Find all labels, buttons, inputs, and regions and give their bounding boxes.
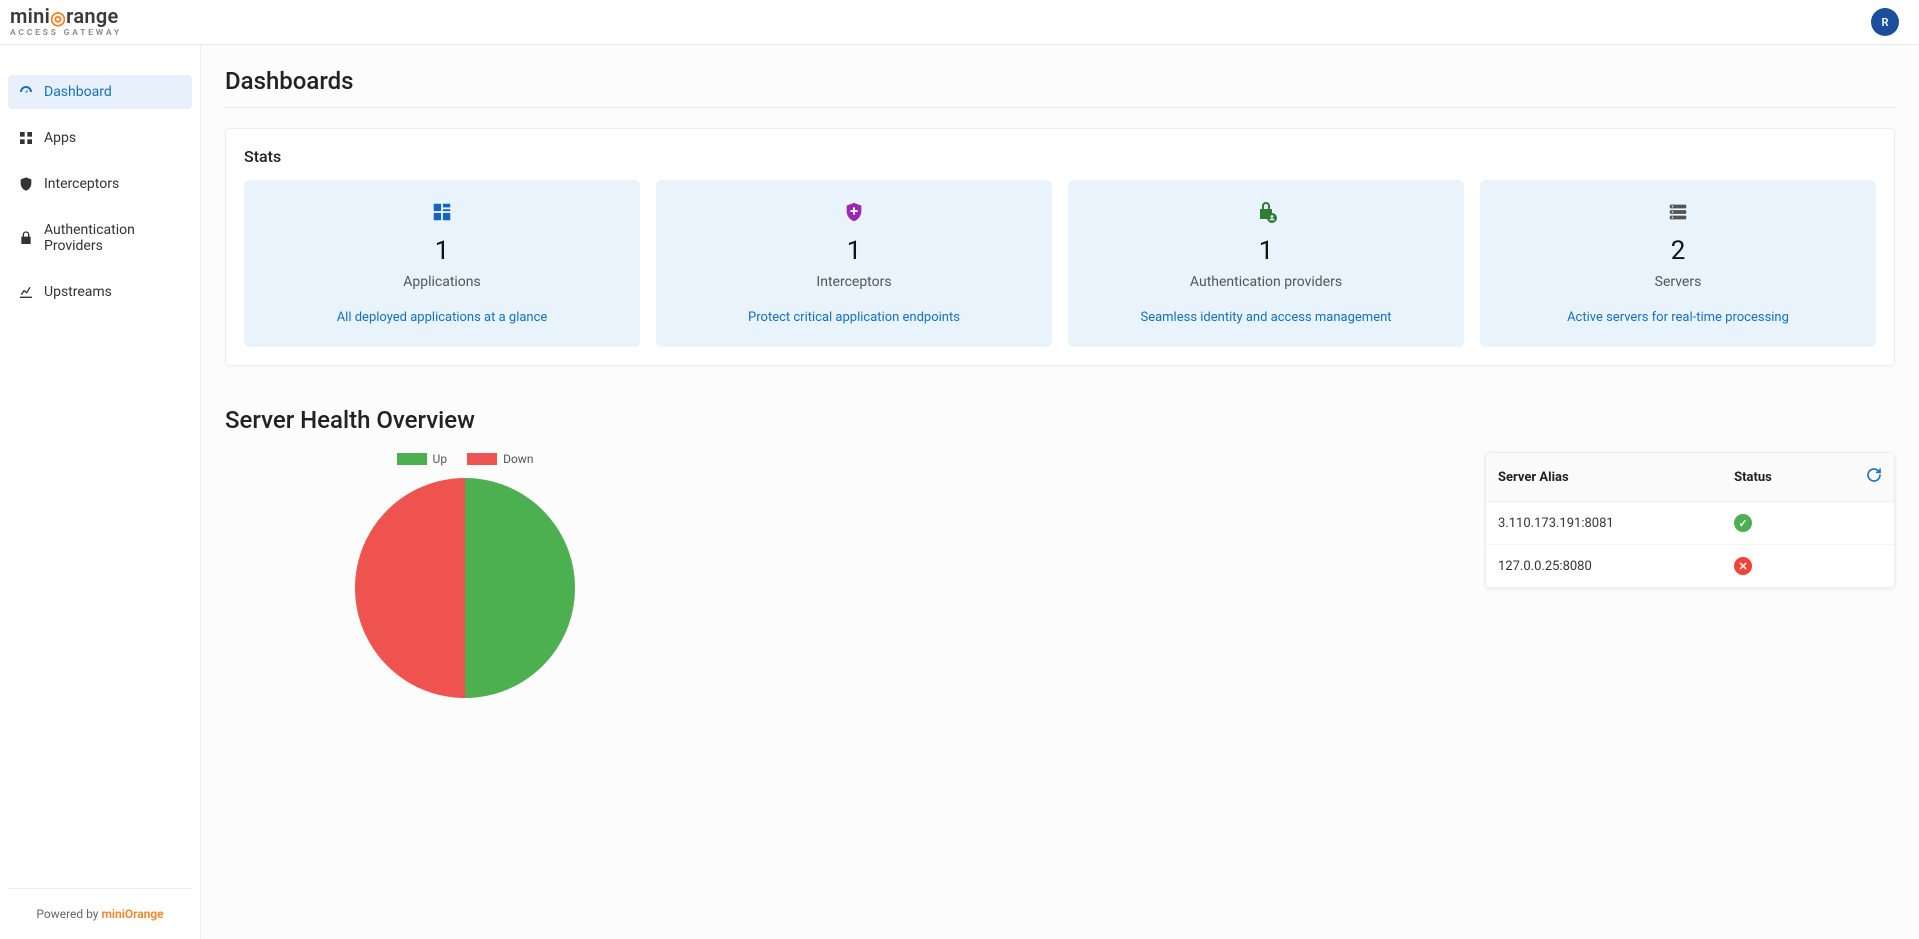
stats-cards: 1 Applications All deployed applications… — [244, 180, 1876, 347]
footer-prefix: Powered by — [36, 907, 101, 921]
pie-chart: Up Down — [225, 452, 705, 698]
sidebar-item-dashboard[interactable]: Dashboard — [8, 75, 192, 109]
shield-icon — [18, 176, 34, 192]
server-health-section: Server Health Overview Up Down — [225, 406, 1895, 698]
sidebar: Dashboard Apps Interceptors Authenticati… — [0, 45, 201, 939]
sidebar-item-interceptors[interactable]: Interceptors — [8, 167, 192, 201]
brand-prefix: mini — [10, 4, 50, 28]
stat-desc-link[interactable]: All deployed applications at a glance — [337, 310, 548, 325]
stat-desc-link[interactable]: Active servers for real-time processing — [1567, 310, 1789, 325]
stat-value: 2 — [1671, 236, 1686, 266]
table-row: 3.110.173.191:8081 ✓ — [1486, 502, 1894, 545]
stat-value: 1 — [847, 236, 862, 266]
x-circle-icon: ✕ — [1734, 557, 1752, 575]
user-avatar[interactable]: R — [1871, 8, 1899, 36]
sidebar-item-apps[interactable]: Apps — [8, 121, 192, 155]
table-row: 127.0.0.25:8080 ✕ — [1486, 545, 1894, 588]
stat-label: Applications — [403, 274, 481, 290]
col-refresh — [1826, 453, 1894, 502]
footer-brand-link[interactable]: miniOrange — [101, 907, 163, 921]
main-content: Dashboards Stats 1 Applications All depl… — [201, 45, 1919, 939]
stat-desc-link[interactable]: Protect critical application endpoints — [748, 310, 960, 325]
stat-card-interceptors: 1 Interceptors Protect critical applicat… — [656, 180, 1052, 347]
legend-label-down: Down — [503, 452, 533, 466]
server-empty-cell — [1826, 502, 1894, 545]
stats-panel: Stats 1 Applications All deployed applic… — [225, 128, 1895, 366]
stat-value: 1 — [1259, 236, 1274, 266]
sidebar-item-label: Apps — [44, 130, 76, 146]
stat-card-applications: 1 Applications All deployed applications… — [244, 180, 640, 347]
sidebar-footer: Powered by miniOrange — [8, 888, 192, 939]
apps-tile-icon — [431, 200, 453, 224]
sidebar-item-label: Dashboard — [44, 84, 112, 100]
brand-subtitle: ACCESS GATEWAY — [10, 29, 122, 38]
legend-swatch-up — [397, 453, 427, 465]
sidebar-nav: Dashboard Apps Interceptors Authenticati… — [8, 75, 192, 321]
server-alias-cell: 127.0.0.25:8080 — [1486, 545, 1722, 588]
sidebar-item-label: Upstreams — [44, 284, 112, 300]
lock-icon — [18, 230, 34, 246]
server-icon — [1667, 200, 1689, 224]
legend-down: Down — [467, 452, 533, 466]
stat-card-servers: 2 Servers Active servers for real-time p… — [1480, 180, 1876, 347]
gauge-icon — [18, 84, 34, 100]
sidebar-item-auth-providers[interactable]: Authentication Providers — [8, 213, 192, 263]
chart-line-icon — [18, 284, 34, 300]
brand-name: mini range — [10, 6, 122, 27]
legend-up: Up — [397, 452, 448, 466]
lock-user-icon — [1254, 200, 1278, 224]
col-status: Status — [1722, 453, 1826, 502]
target-icon — [50, 6, 66, 27]
stat-value: 1 — [435, 236, 450, 266]
health-title: Server Health Overview — [225, 406, 1895, 434]
page-title: Dashboards — [225, 67, 1895, 108]
legend-label-up: Up — [433, 452, 448, 466]
stat-label: Servers — [1655, 274, 1702, 290]
brand-suffix: range — [66, 4, 118, 28]
brand-logo: mini range ACCESS GATEWAY — [10, 6, 122, 38]
server-status-cell: ✕ — [1722, 545, 1826, 588]
chart-legend: Up Down — [225, 452, 705, 466]
sidebar-item-label: Authentication Providers — [44, 222, 182, 254]
sidebar-item-label: Interceptors — [44, 176, 119, 192]
grid-icon — [18, 130, 34, 146]
server-table: Server Alias Status 3.110.173.191:8081 ✓ 1… — [1485, 452, 1895, 588]
pie-graphic — [355, 478, 575, 698]
stats-title: Stats — [244, 147, 1876, 166]
shield-plus-icon — [843, 200, 865, 224]
stat-desc-link[interactable]: Seamless identity and access management — [1140, 310, 1391, 325]
server-status-cell: ✓ — [1722, 502, 1826, 545]
check-circle-icon: ✓ — [1734, 514, 1752, 532]
sidebar-item-upstreams[interactable]: Upstreams — [8, 275, 192, 309]
refresh-icon[interactable] — [1866, 472, 1882, 487]
server-alias-cell: 3.110.173.191:8081 — [1486, 502, 1722, 545]
stat-label: Authentication providers — [1190, 274, 1342, 290]
legend-swatch-down — [467, 453, 497, 465]
col-alias: Server Alias — [1486, 453, 1722, 502]
header: mini range ACCESS GATEWAY R — [0, 0, 1919, 45]
stat-card-auth-providers: 1 Authentication providers Seamless iden… — [1068, 180, 1464, 347]
stat-label: Interceptors — [816, 274, 891, 290]
server-empty-cell — [1826, 545, 1894, 588]
